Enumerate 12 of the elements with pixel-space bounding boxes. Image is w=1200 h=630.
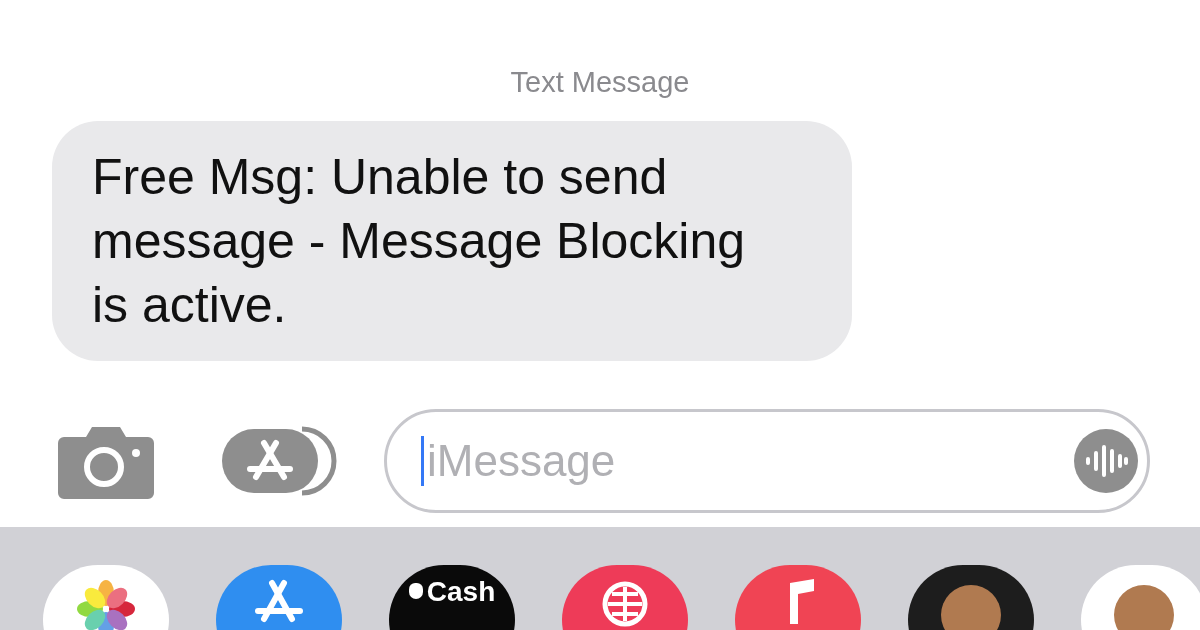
cash-app-icon[interactable]: Cash	[389, 565, 515, 630]
text-cursor	[421, 436, 424, 486]
avatar-silhouette-icon	[1114, 585, 1174, 630]
globe-icon	[600, 579, 650, 629]
app-store-icon	[254, 579, 304, 623]
flower-icon	[76, 579, 136, 630]
audio-record-icon[interactable]	[1074, 429, 1138, 493]
conversation-label: Text Message	[510, 66, 690, 99]
message-bubble: Free Msg: Unable to send message - Message Blocking is active.	[52, 121, 852, 361]
app-label: Cash	[426, 577, 496, 607]
message-input-field[interactable]: iMessage	[384, 409, 1150, 513]
avatar-silhouette-icon	[941, 585, 1001, 630]
